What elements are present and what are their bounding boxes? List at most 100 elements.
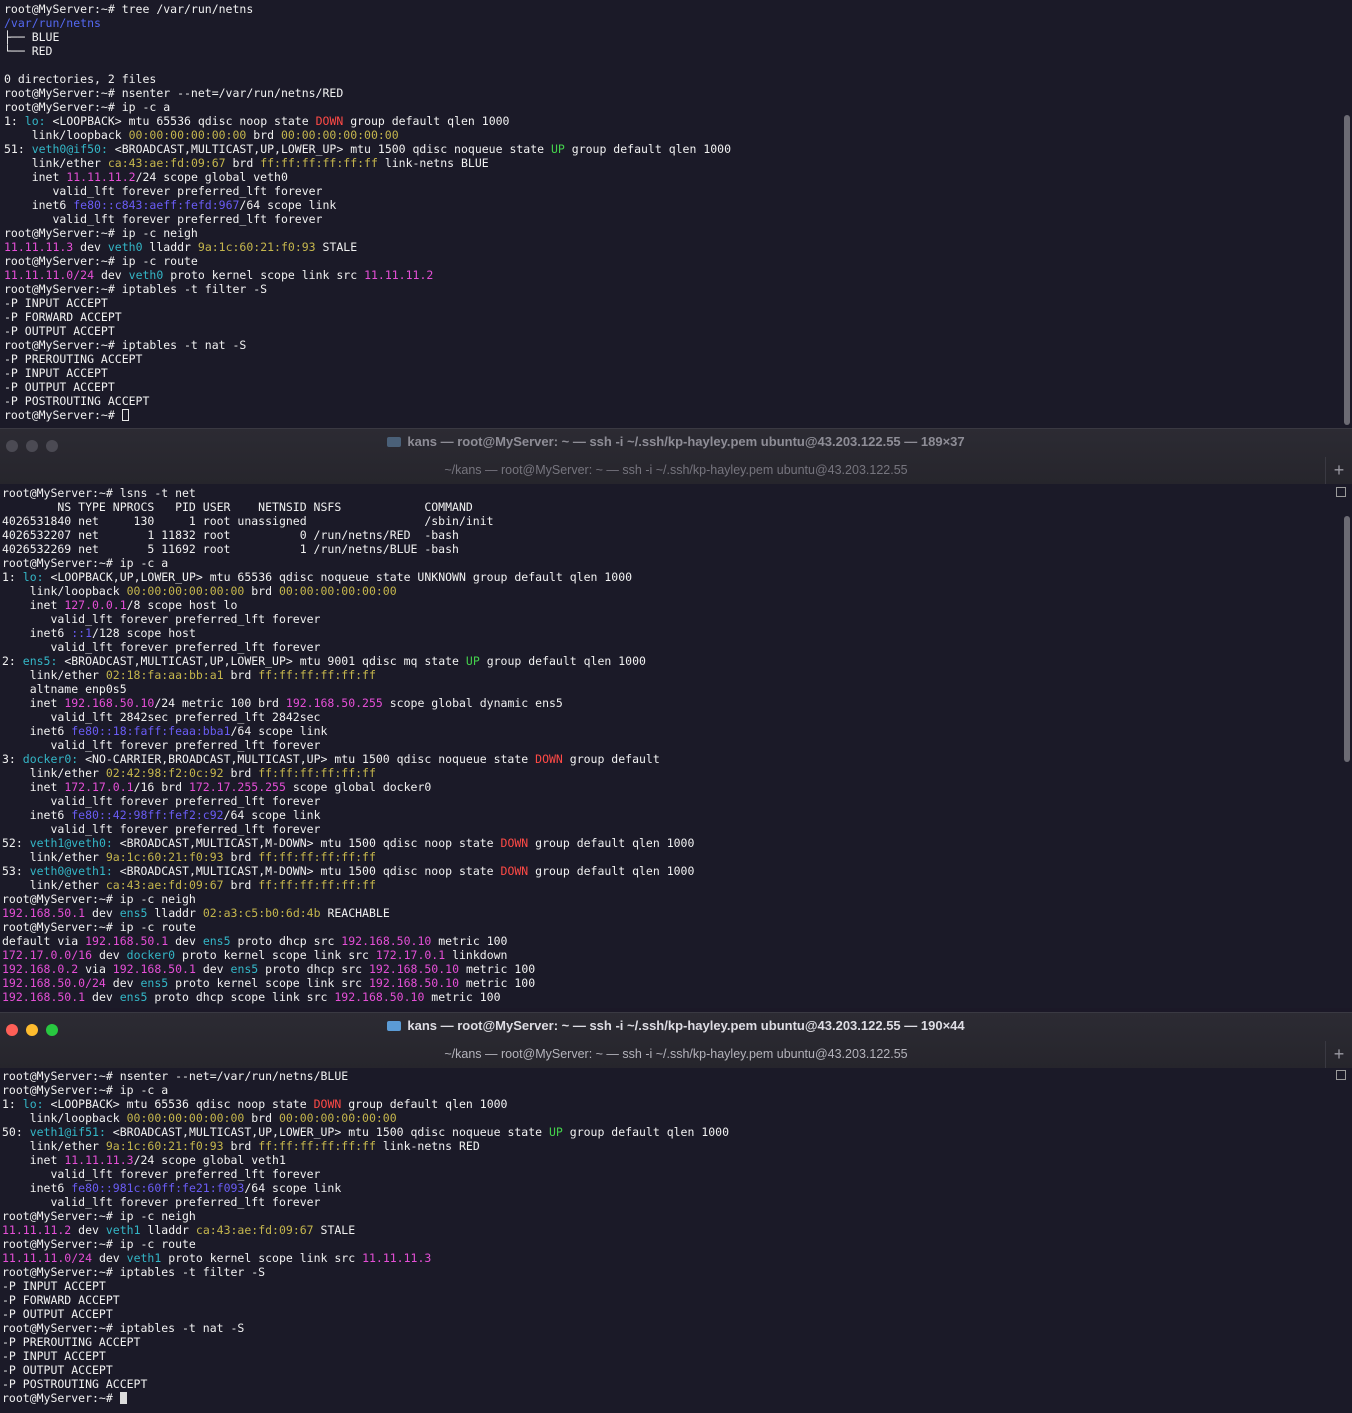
scrollbar[interactable] (1340, 498, 1352, 1008)
terminal-text: scope global docker0 (285, 780, 432, 794)
terminal-text: ::1 (71, 626, 93, 640)
terminal-text: /24 metric 100 brd (154, 696, 286, 710)
terminal-text: root@MyServer:~# ip -c a (2, 1083, 169, 1097)
scrollbar-thumb[interactable] (1344, 115, 1350, 425)
folder-icon (387, 437, 402, 447)
terminal-text: valid_lft forever preferred_lft forever (4, 212, 323, 226)
window-titlebar-host[interactable]: kans — root@MyServer: ~ — ssh -i ~/.ssh/… (0, 428, 1352, 486)
terminal-text: link/ether (2, 766, 106, 780)
terminal-text: brd (244, 1111, 279, 1125)
terminal-text: metric 100 (431, 934, 508, 948)
terminal-line: link/ether ca:43:ae:fd:09:67 brd ff:ff:f… (2, 878, 1336, 892)
terminal-text: /16 brd (133, 780, 189, 794)
new-tab-button[interactable]: + (1325, 1041, 1352, 1068)
terminal-text: -P FORWARD ACCEPT (4, 310, 122, 324)
terminal-text: 4026531840 net 130 1 root unassigned /sb… (2, 514, 494, 528)
terminal-pane-host[interactable]: root@MyServer:~# lsns -t net NS TYPE NPR… (0, 484, 1352, 1008)
terminal-text: fe80::42:98ff:fef2:c92 (71, 808, 224, 822)
terminal-pane-red-ns-top[interactable]: root@MyServer:~# tree /var/run/netns/var… (0, 0, 1352, 428)
terminal-text: ca:43:ae:fd:09:67 (105, 878, 224, 892)
terminal-line: inet 11.11.11.2/24 scope global veth0 (4, 170, 1336, 184)
terminal-text: UP (465, 654, 480, 668)
terminal-line: root@MyServer:~# nsenter --net=/var/run/… (4, 86, 1336, 100)
terminal-text: 192.168.50.10 (64, 696, 155, 710)
terminal-line: valid_lft forever preferred_lft forever (2, 822, 1336, 836)
terminal-text: valid_lft forever preferred_lft forever (2, 612, 321, 626)
terminal-text: -P OUTPUT ACCEPT (4, 324, 115, 338)
terminal-text: root@MyServer:~# iptables -t nat -S (4, 338, 247, 352)
terminal-text: link/ether (2, 668, 106, 682)
terminal-text: veth0@if50: (31, 142, 115, 156)
split-pane-icon[interactable] (1336, 1070, 1346, 1080)
terminal-text: NS TYPE NPROCS PID USER NETNSID NSFS COM… (2, 500, 473, 514)
terminal-text: proto dhcp src (258, 962, 369, 976)
terminal-text: ff:ff:ff:ff:ff:ff (258, 1139, 376, 1153)
terminal-text: root@MyServer:~# tree /var/run/netns (4, 2, 254, 16)
terminal-text: 1: (2, 570, 23, 584)
terminal-line: altname enp0s5 (2, 682, 1336, 696)
terminal-line: -P PREROUTING ACCEPT (4, 352, 1336, 366)
terminal-text: proto dhcp scope link src (147, 990, 335, 1004)
scrollbar-thumb[interactable] (1344, 516, 1350, 762)
terminal-line: root@MyServer:~# nsenter --net=/var/run/… (2, 1069, 1336, 1083)
terminal-line: inet6 fe80::c843:aeff:fefd:967/64 scope … (4, 198, 1336, 212)
terminal-text: 192.168.50.10 (334, 990, 425, 1004)
terminal-text: fe80::c843:aeff:fefd:967 (73, 198, 240, 212)
terminal-text: 11.11.11.0/24 (2, 1251, 93, 1265)
terminal-pane-blue-ns[interactable]: root@MyServer:~# nsenter --net=/var/run/… (0, 1068, 1352, 1413)
tab-title[interactable]: ~/kans — root@MyServer: ~ — ssh -i ~/.ss… (0, 463, 1352, 477)
terminal-line: -P FORWARD ACCEPT (4, 310, 1336, 324)
terminal-text: 192.168.50.1 (2, 990, 86, 1004)
terminal-line: root@MyServer:~# ip -c a (2, 556, 1336, 570)
terminal-text: 9a:1c:60:21:f0:93 (105, 850, 224, 864)
terminal-line: -P OUTPUT ACCEPT (4, 380, 1336, 394)
terminal-text: 11.11.11.3 (64, 1153, 134, 1167)
terminal-text: 172.17.0.0/16 (2, 948, 93, 962)
terminal-text: -P INPUT ACCEPT (4, 366, 108, 380)
terminal-text: 02:42:98:f2:0c:92 (105, 766, 224, 780)
terminal-text: root@MyServer:~# iptables -t filter -S (2, 1265, 266, 1279)
terminal-line: 1: lo: <LOOPBACK> mtu 65536 qdisc noop s… (4, 114, 1336, 128)
terminal-text: root@MyServer:~# iptables -t filter -S (4, 282, 268, 296)
terminal-text: metric 100 (424, 990, 501, 1004)
terminal-text: inet6 (2, 1181, 72, 1195)
terminal-text: ca:43:ae:fd:09:67 (107, 156, 226, 170)
terminal-line: 192.168.50.1 dev ens5 proto dhcp scope l… (2, 990, 1336, 1004)
terminal-text: <NO-CARRIER,BROADCAST,MULTICAST,UP> mtu … (85, 752, 536, 766)
terminal-output: root@MyServer:~# nsenter --net=/var/run/… (2, 1069, 1336, 1405)
terminal-text: group default qlen 1000 (528, 864, 695, 878)
terminal-text: valid_lft forever preferred_lft forever (2, 822, 321, 836)
terminal-line: root@MyServer:~# iptables -t filter -S (4, 282, 1336, 296)
terminal-text: dev (94, 268, 129, 282)
terminal-line: valid_lft forever preferred_lft forever (2, 1167, 1336, 1181)
terminal-text: 172.17.255.255 (188, 780, 286, 794)
terminal-text: -P INPUT ACCEPT (4, 296, 108, 310)
terminal-text: inet6 (2, 808, 72, 822)
terminal-text: lladdr (140, 1223, 196, 1237)
terminal-line: 11.11.11.0/24 dev veth1 proto kernel sco… (2, 1251, 1336, 1265)
terminal-text: DOWN (313, 1097, 342, 1111)
terminal-text: link/ether (4, 156, 108, 170)
terminal-text: proto kernel scope link src (163, 268, 365, 282)
terminal-text: <BROADCAST,MULTICAST,UP,LOWER_UP> mtu 15… (112, 1125, 549, 1139)
terminal-text: dev (168, 934, 203, 948)
terminal-text: brd (225, 156, 261, 170)
terminal-line: 1: lo: <LOOPBACK,UP,LOWER_UP> mtu 65536 … (2, 570, 1336, 584)
tab-title[interactable]: ~/kans — root@MyServer: ~ — ssh -i ~/.ss… (0, 1047, 1352, 1061)
terminal-text: DOWN (500, 864, 529, 878)
terminal-line: root@MyServer:~# ip -c neigh (2, 1209, 1336, 1223)
terminal-text: 11.11.11.0/24 (4, 268, 95, 282)
terminal-text: brd (244, 584, 279, 598)
split-pane-icon[interactable] (1336, 487, 1346, 497)
terminal-line: 4026532207 net 1 11832 root 0 /run/netns… (2, 528, 1336, 542)
new-tab-button[interactable]: + (1325, 457, 1352, 484)
terminal-line: -P OUTPUT ACCEPT (2, 1363, 1336, 1377)
scrollbar[interactable] (1340, 0, 1352, 428)
terminal-text: -P OUTPUT ACCEPT (2, 1363, 113, 1377)
terminal-text: -P PREROUTING ACCEPT (4, 352, 143, 366)
window-titlebar-red-ns[interactable]: kans — root@MyServer: ~ — ssh -i ~/.ssh/… (0, 1012, 1352, 1070)
terminal-line: inet 11.11.11.3/24 scope global veth1 (2, 1153, 1336, 1167)
terminal-line: 3: docker0: <NO-CARRIER,BROADCAST,MULTIC… (2, 752, 1336, 766)
terminal-line: root@MyServer:~# iptables -t nat -S (4, 338, 1336, 352)
folder-icon (387, 1021, 402, 1031)
